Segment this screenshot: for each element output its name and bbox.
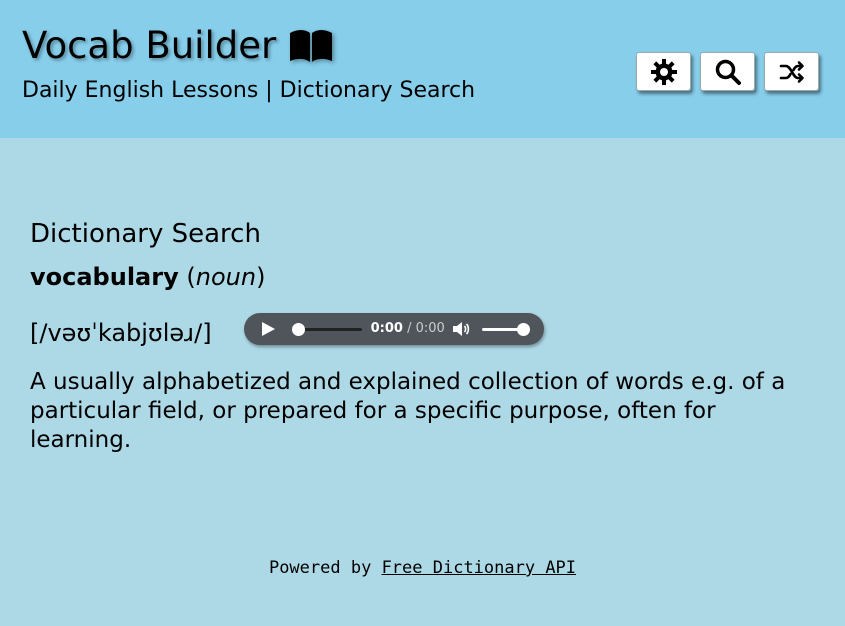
phonetic-spelling: [/vəʊˈkabjʊləɹ/] (30, 319, 212, 347)
search-icon (715, 59, 741, 85)
volume-knob[interactable] (516, 323, 530, 336)
footer-prefix: Powered by (268, 558, 372, 578)
audio-current-time: 0:00 (370, 321, 403, 336)
site-subtitle: Daily English Lessons | Dictionary Searc… (22, 78, 476, 103)
free-dictionary-api-link[interactable]: Free Dictionary API (382, 558, 576, 578)
definition-text: A usually alphabetized and explained col… (30, 369, 786, 453)
settings-button[interactable] (636, 52, 691, 91)
footer: Powered by Free Dictionary API (0, 556, 845, 580)
audio-player[interactable]: 0:00 / 0:00 (243, 313, 544, 345)
audio-duration: 0:00 (415, 321, 445, 336)
open-book-icon (290, 30, 333, 62)
dictionary-result: Dictionary Search vocabulary (noun) [/və… (30, 216, 820, 478)
header-toolbar (636, 52, 819, 91)
shuffle-button[interactable] (764, 52, 819, 91)
section-title: Dictionary Search (30, 219, 261, 249)
volume-icon[interactable] (452, 321, 470, 337)
audio-time-separator: / (407, 321, 412, 336)
play-icon[interactable] (261, 322, 275, 336)
shuffle-icon (779, 60, 804, 83)
site-title-text: Vocab Builder (22, 24, 277, 67)
site-title: Vocab Builder (22, 22, 334, 70)
word-heading: vocabulary (noun) (30, 262, 820, 292)
pos-paren-close: ) (256, 263, 266, 291)
site-header: Vocab Builder Daily English Lessons | Di… (0, 0, 845, 138)
word: vocabulary (30, 263, 179, 291)
part-of-speech: noun (195, 263, 257, 291)
gear-icon (650, 58, 677, 85)
pos-paren-open: ( (186, 263, 196, 291)
search-button[interactable] (700, 52, 755, 91)
volume-slider[interactable] (481, 323, 530, 336)
audio-progress-bar[interactable] (291, 323, 362, 336)
audio-time: 0:00 / 0:00 (371, 321, 445, 337)
audio-progress-knob[interactable] (291, 323, 305, 336)
pronunciation-row: [/vəʊˈkabjʊləɹ/] 0:00 / 0:00 (30, 312, 820, 347)
